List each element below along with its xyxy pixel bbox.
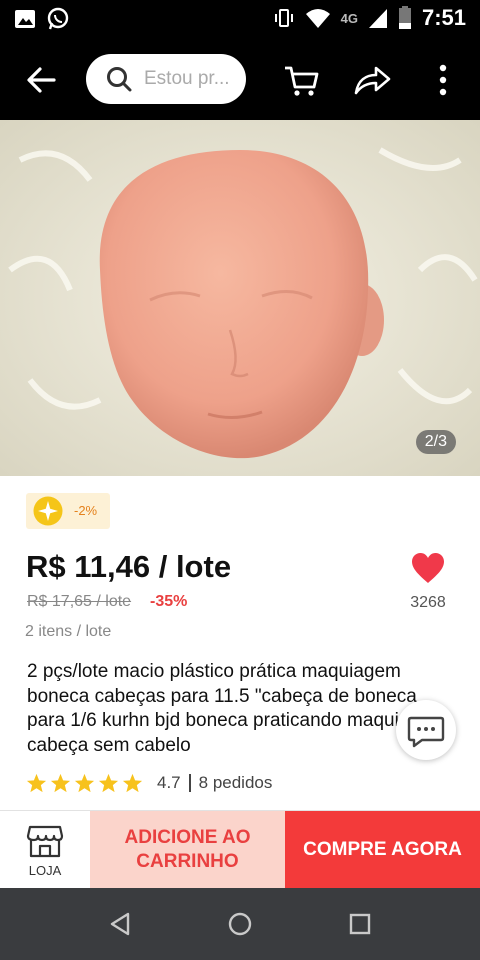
search-placeholder: Estou pr... <box>144 68 230 89</box>
rating-value: 4.7 <box>157 773 181 792</box>
star-icon <box>122 773 143 793</box>
star-icon <box>74 773 95 793</box>
whatsapp-icon <box>47 7 69 30</box>
clock: 7:51 <box>421 5 466 30</box>
star-icon <box>98 773 119 793</box>
buy-now-button[interactable]: COMPRE AGORA <box>285 811 480 889</box>
search-icon <box>107 67 132 92</box>
share-button[interactable] <box>352 60 392 100</box>
cart-icon <box>285 66 319 96</box>
search-box[interactable]: Estou pr... <box>86 54 246 104</box>
favorite-button[interactable]: 3268 <box>404 550 452 616</box>
image-icon <box>15 10 35 28</box>
coin-icon <box>33 496 63 526</box>
store-icon <box>26 825 64 858</box>
coin-discount-badge[interactable]: -2% <box>26 493 110 529</box>
doll-head-image <box>0 120 480 476</box>
lot-info: 2 itens / lote <box>25 623 112 640</box>
store-label: LOJA <box>28 863 62 878</box>
action-bar: LOJA ADICIONE AO CARRINHO COMPRE AGORA <box>0 810 480 889</box>
nav-back-icon[interactable] <box>106 910 134 938</box>
back-arrow-icon <box>27 67 56 93</box>
original-price: R$ 17,65 / lote <box>27 593 132 610</box>
nav-home-icon[interactable] <box>226 910 254 938</box>
star-icon <box>26 773 47 793</box>
image-counter: 2/3 <box>415 430 456 454</box>
back-button[interactable] <box>22 60 62 100</box>
heart-icon <box>412 553 444 583</box>
star-rating <box>26 773 143 793</box>
battery-icon <box>398 6 411 29</box>
coin-discount-text: -2% <box>74 503 98 518</box>
store-button[interactable]: LOJA <box>0 811 90 889</box>
signal-icon <box>368 9 387 28</box>
wifi-icon <box>305 9 330 28</box>
app-header: Estou pr... <box>0 38 480 120</box>
star-icon <box>50 773 71 793</box>
share-icon <box>354 66 391 95</box>
vibrate-icon <box>274 9 293 27</box>
system-nav-bar <box>0 888 480 960</box>
product-price: R$ 11,46 / lote <box>26 549 232 584</box>
more-options-button[interactable] <box>430 60 456 100</box>
nav-recents-icon[interactable] <box>346 910 374 938</box>
product-title: 2 pçs/lote macio plástico prática maquia… <box>27 661 447 756</box>
chat-bubble-icon <box>407 716 445 748</box>
chat-button[interactable] <box>396 700 456 760</box>
product-image[interactable]: 2/3 <box>0 120 480 476</box>
more-vertical-icon <box>439 64 447 96</box>
order-count: 8 pedidos <box>198 773 273 792</box>
status-bar: 4G 7:51 <box>0 0 480 38</box>
discount-percent: -35% <box>150 593 188 610</box>
cart-button[interactable] <box>282 60 322 100</box>
favorite-count: 3268 <box>410 594 446 611</box>
add-to-cart-button[interactable]: ADICIONE AO CARRINHO <box>90 811 285 889</box>
divider <box>188 774 191 792</box>
rating-row[interactable]: 4.7 8 pedidos <box>26 770 272 796</box>
network-label: 4G <box>340 10 358 26</box>
